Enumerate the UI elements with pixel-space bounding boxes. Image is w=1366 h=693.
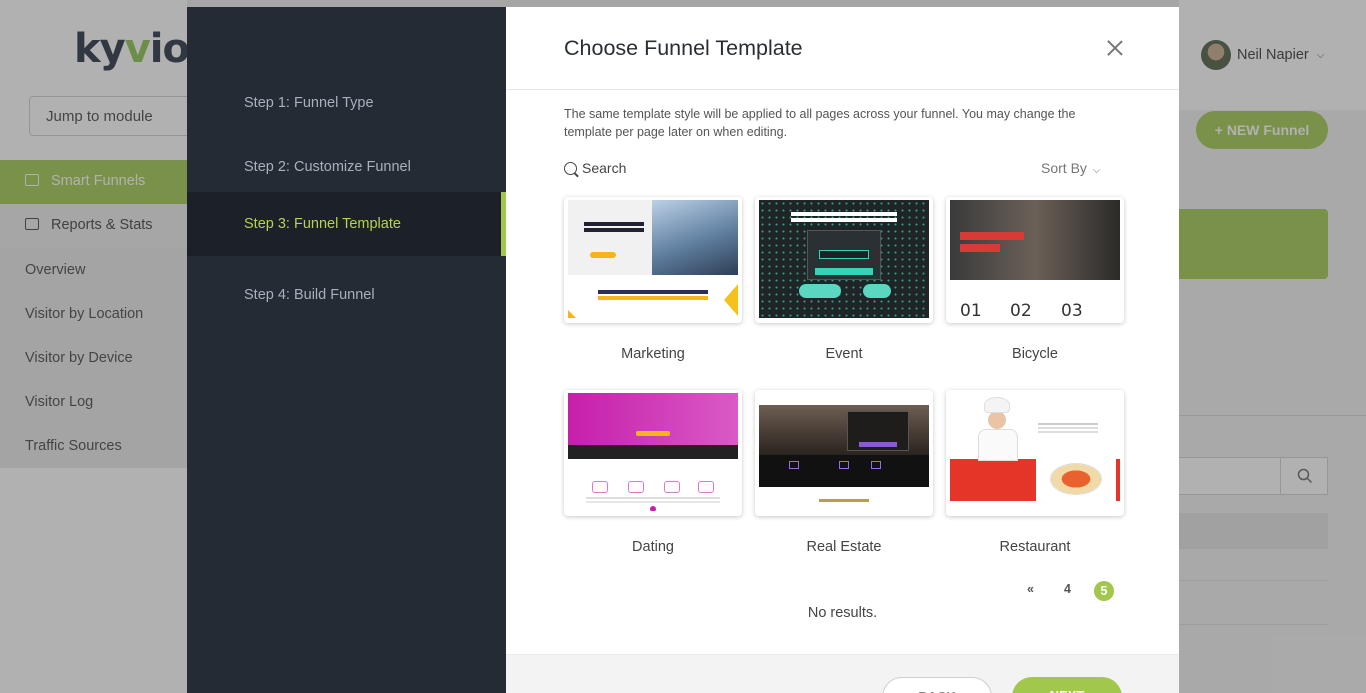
template-chooser-panel: Choose Funnel Template The same template…: [506, 7, 1179, 693]
pagination-prev[interactable]: «: [1027, 582, 1034, 596]
step-funnel-type[interactable]: Step 1: Funnel Type: [187, 71, 506, 135]
no-results-text: No results.: [807, 605, 878, 621]
bicycle-counter: 03: [1061, 301, 1083, 318]
template-card-bicycle[interactable]: 01 02 03: [946, 197, 1124, 323]
template-card-restaurant[interactable]: [946, 390, 1124, 516]
chevron-down-icon: ⌵: [1092, 165, 1101, 176]
step-customize-funnel[interactable]: Step 2: Customize Funnel: [187, 135, 506, 199]
bicycle-counter: 02: [1010, 301, 1032, 318]
template-label-dating: Dating: [632, 539, 674, 555]
wizard-steps-panel: Step 1: Funnel Type Step 2: Customize Fu…: [187, 7, 506, 693]
restaurant-thumbnail: [950, 393, 1120, 511]
template-label-bicycle: Bicycle: [1012, 346, 1058, 362]
template-label-real-estate: Real Estate: [806, 539, 882, 555]
template-card-dating[interactable]: [564, 390, 742, 516]
next-button[interactable]: NEXT: [1012, 677, 1122, 693]
event-thumbnail: [759, 200, 929, 318]
template-label-event: Event: [825, 346, 863, 362]
template-card-marketing[interactable]: [564, 197, 742, 323]
template-search[interactable]: Search: [564, 160, 626, 176]
real-estate-thumbnail: [759, 393, 929, 511]
bicycle-thumbnail: 01 02 03: [950, 200, 1120, 318]
template-label-marketing: Marketing: [621, 346, 685, 362]
step-funnel-template[interactable]: Step 3: Funnel Template: [187, 192, 506, 256]
template-card-event[interactable]: [755, 197, 933, 323]
back-button[interactable]: BACK: [882, 677, 992, 693]
template-description: The same template style will be applied …: [564, 107, 1076, 139]
modal-title: Choose Funnel Template: [564, 36, 803, 60]
marketing-thumbnail: [568, 200, 738, 318]
pagination-page[interactable]: 4: [1064, 582, 1071, 596]
modal-header: Choose Funnel Template: [506, 7, 1179, 90]
pagination-current-page[interactable]: 5: [1094, 581, 1114, 601]
step-build-funnel[interactable]: Step 4: Build Funnel: [187, 263, 506, 327]
template-card-real-estate[interactable]: [755, 390, 933, 516]
search-icon: [564, 161, 577, 175]
search-label: Search: [582, 160, 627, 176]
bicycle-counter: 01: [960, 301, 982, 318]
sort-label: Sort By: [1041, 160, 1087, 176]
close-icon[interactable]: [1107, 40, 1123, 56]
sort-by-dropdown[interactable]: Sort By ⌵: [1041, 160, 1101, 176]
template-label-restaurant: Restaurant: [999, 539, 1071, 555]
dating-thumbnail: [568, 393, 738, 511]
